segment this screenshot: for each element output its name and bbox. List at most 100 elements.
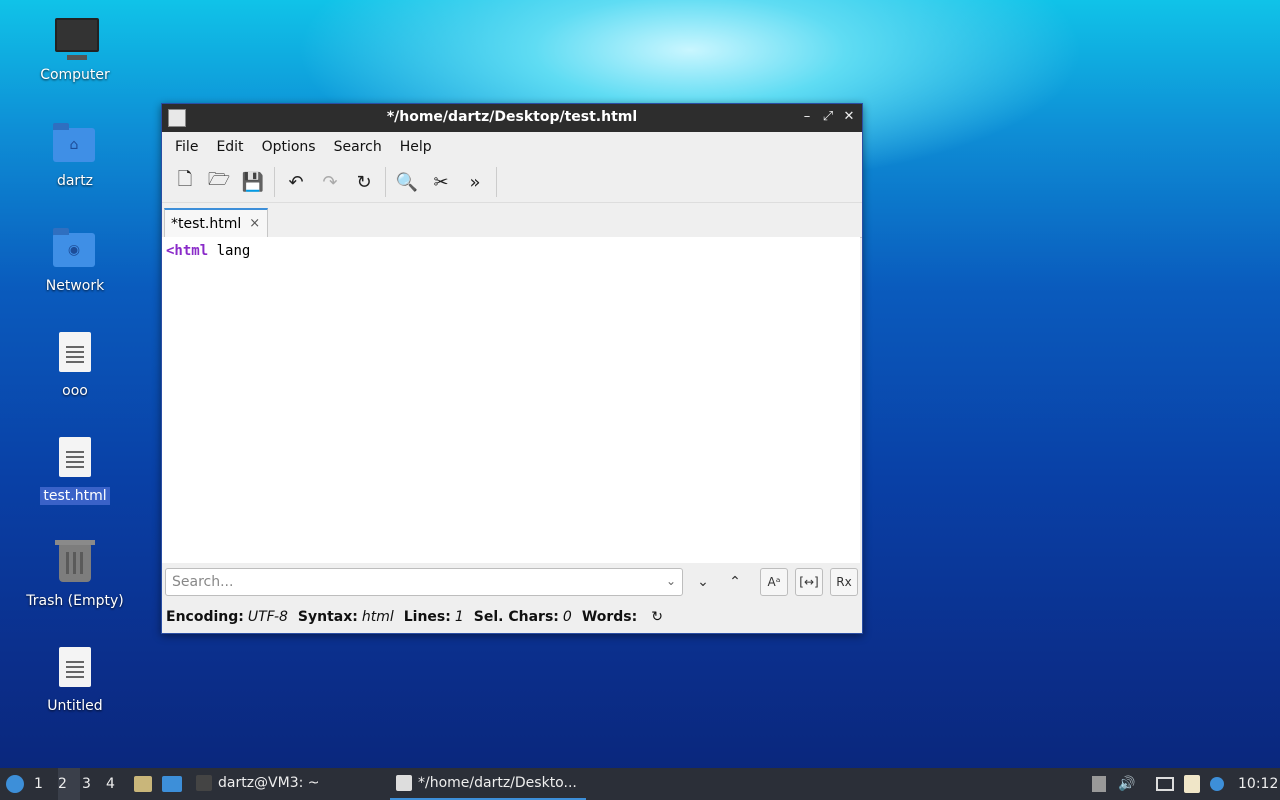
trash-icon xyxy=(51,540,99,588)
notification-icon xyxy=(1092,776,1106,792)
taskbar: 1 2 3 4 dartz@VM3: ~ */home/dartz/Deskto… xyxy=(0,768,1280,800)
regex-icon: Rx xyxy=(836,575,852,589)
encoding-value: UTF-8 xyxy=(247,609,288,625)
desktop-icon-label: Network xyxy=(45,278,105,294)
match-case-button[interactable]: Aᵃ xyxy=(760,568,788,596)
close-button[interactable]: ✕ xyxy=(840,108,858,126)
desktop-icon-trash[interactable]: Trash (Empty) xyxy=(20,540,130,610)
window-title: */home/dartz/Desktop/test.html xyxy=(386,109,638,125)
find-button[interactable]: 🔍 xyxy=(390,165,424,199)
menu-search[interactable]: Search xyxy=(325,139,391,155)
menu-help[interactable]: Help xyxy=(391,139,441,155)
tray-notifications[interactable] xyxy=(1092,768,1106,800)
undo-button[interactable]: ↶ xyxy=(279,165,313,199)
text-token: lang xyxy=(208,243,251,259)
tray-clipboard[interactable] xyxy=(1184,768,1200,800)
open-file-button[interactable]: 🗁 xyxy=(202,165,236,199)
menu-file[interactable]: File xyxy=(166,139,207,155)
text-file-icon xyxy=(51,330,99,378)
double-chevron-right-icon: » xyxy=(469,171,481,193)
toolbar-separator xyxy=(496,167,497,197)
replace-icon: ✂ xyxy=(433,171,449,193)
search-placeholder: Search... xyxy=(172,574,234,590)
desktop-icon-label: test.html xyxy=(40,487,110,505)
redo-button[interactable]: ↷ xyxy=(313,165,347,199)
text-editor[interactable]: <html lang xyxy=(162,237,860,563)
chevron-down-icon[interactable]: ⌄ xyxy=(666,574,676,588)
toolbar: 🗋 🗁 💾 ↶ ↷ ↻ 🔍 ✂ » xyxy=(162,162,862,203)
workspace-1[interactable]: 1 xyxy=(34,768,56,800)
window-titlebar[interactable]: */home/dartz/Desktop/test.html – ⤢ ✕ xyxy=(162,104,862,132)
network-icon xyxy=(1156,777,1174,791)
desktop-icon-label: ooo xyxy=(62,383,88,399)
file-manager-launcher[interactable] xyxy=(134,768,152,800)
workspace-4[interactable]: 4 xyxy=(106,768,128,800)
folder-open-icon: 🗁 xyxy=(207,169,231,190)
text-file-icon xyxy=(51,645,99,693)
new-file-icon: 🗋 xyxy=(177,169,193,190)
replace-button[interactable]: ✂ xyxy=(424,165,458,199)
desktop-icon-network[interactable]: ◉ Network xyxy=(20,225,130,295)
find-previous-button[interactable]: ⌃ xyxy=(721,568,749,596)
menu-options[interactable]: Options xyxy=(253,139,325,155)
match-case-icon: Aᵃ xyxy=(767,575,781,589)
task-editor[interactable]: */home/dartz/Deskto... xyxy=(390,768,586,800)
lines-value: 1 xyxy=(454,609,464,625)
desktop-icon-test-html[interactable]: test.html xyxy=(20,435,130,505)
lines-label: Lines: xyxy=(403,609,451,625)
find-next-button[interactable]: ⌄ xyxy=(689,568,717,596)
reload-button[interactable]: ↻ xyxy=(347,165,381,199)
tab-bar: *test.html × xyxy=(162,203,862,238)
search-input[interactable]: Search... ⌄ xyxy=(165,568,683,596)
show-desktop-button[interactable] xyxy=(162,768,182,800)
save-icon: 💾 xyxy=(241,171,265,193)
redo-icon: ↷ xyxy=(322,171,338,193)
task-terminal[interactable]: dartz@VM3: ~ xyxy=(190,768,326,800)
menu-bar: File Edit Options Search Help xyxy=(162,132,862,162)
regex-button[interactable]: Rx xyxy=(830,568,858,596)
new-file-button[interactable]: 🗋 xyxy=(168,165,202,199)
computer-icon xyxy=(51,14,99,62)
desktop-icon-dartz[interactable]: ⌂ dartz xyxy=(20,120,130,190)
tab-close-icon[interactable]: × xyxy=(249,216,260,231)
undo-icon: ↶ xyxy=(288,171,304,193)
task-label: */home/dartz/Deskto... xyxy=(418,775,577,791)
search-icon: 🔍 xyxy=(395,171,419,193)
update-icon xyxy=(1210,777,1224,791)
task-label: dartz@VM3: ~ xyxy=(218,775,320,791)
save-button[interactable]: 💾 xyxy=(236,165,270,199)
network-folder-icon: ◉ xyxy=(51,225,99,273)
reload-icon: ↻ xyxy=(356,171,372,193)
refresh-icon[interactable]: ↻ xyxy=(651,609,663,625)
text-file-icon xyxy=(51,435,99,483)
desktop-icon-ooo[interactable]: ooo xyxy=(20,330,130,400)
desktop-icon-label: Untitled xyxy=(47,698,103,714)
menu-edit[interactable]: Edit xyxy=(207,139,252,155)
desktop-icon-untitled[interactable]: Untitled xyxy=(20,645,130,715)
syntax-value: html xyxy=(361,609,394,625)
editor-line: <html lang xyxy=(162,237,860,265)
workspace-2[interactable]: 2 xyxy=(58,768,80,800)
encoding-label: Encoding: xyxy=(166,609,244,625)
tray-volume[interactable]: 🔊 xyxy=(1118,768,1135,800)
toolbar-separator xyxy=(385,167,386,197)
words-label: Words: xyxy=(581,609,638,625)
clipboard-icon xyxy=(1184,775,1200,793)
search-bar: Search... ⌄ ⌄ ⌃ Aᵃ [↔] Rx xyxy=(165,568,861,600)
clock[interactable]: 10:12 xyxy=(1238,768,1278,800)
toolbar-separator xyxy=(274,167,275,197)
maximize-button[interactable]: ⤢ xyxy=(819,108,837,126)
more-button[interactable]: » xyxy=(458,165,492,199)
tab-label: *test.html xyxy=(171,215,242,232)
sel-chars-value: 0 xyxy=(562,609,572,625)
text-editor-icon xyxy=(396,775,412,791)
editor-window: */home/dartz/Desktop/test.html – ⤢ ✕ Fil… xyxy=(161,103,863,634)
desktop-icon-computer[interactable]: Computer xyxy=(20,14,130,84)
tab-test-html[interactable]: *test.html × xyxy=(164,208,268,237)
tray-network[interactable] xyxy=(1156,768,1174,800)
whole-word-button[interactable]: [↔] xyxy=(795,568,823,596)
workspace-3[interactable]: 3 xyxy=(82,768,104,800)
minimize-button[interactable]: – xyxy=(798,108,816,126)
tray-updates[interactable] xyxy=(1210,768,1224,800)
start-menu-button[interactable] xyxy=(6,768,24,800)
